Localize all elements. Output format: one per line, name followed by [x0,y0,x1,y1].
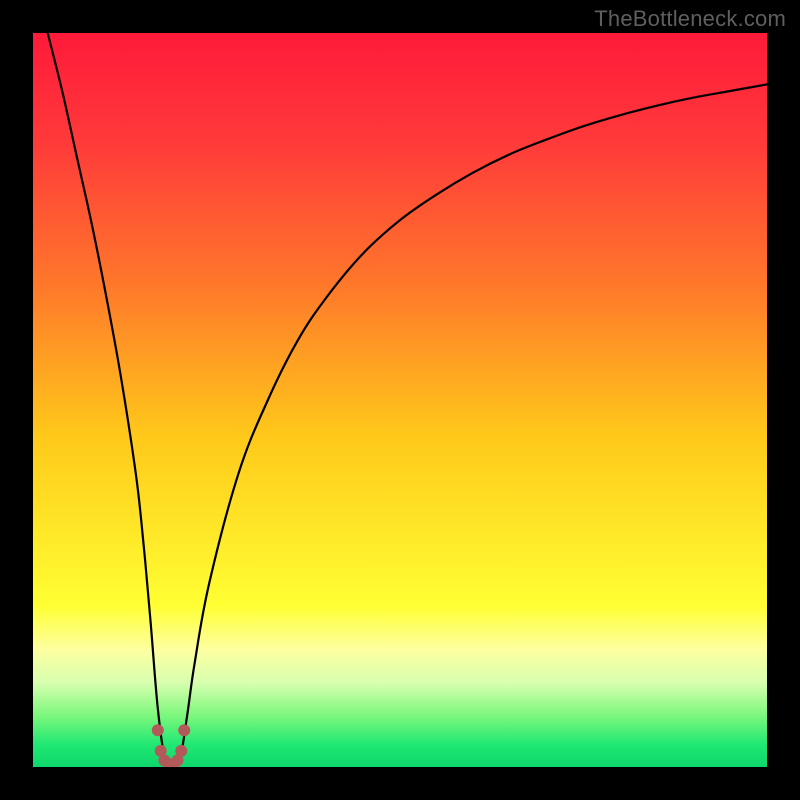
bottleneck-curve [33,33,767,767]
chart-frame: TheBottleneck.com [0,0,800,800]
optimal-point-marker [175,745,187,757]
optimal-point-marker [178,724,190,736]
attribution-label: TheBottleneck.com [594,6,786,32]
plot-area [33,33,767,767]
optimal-point-marker [152,724,164,736]
